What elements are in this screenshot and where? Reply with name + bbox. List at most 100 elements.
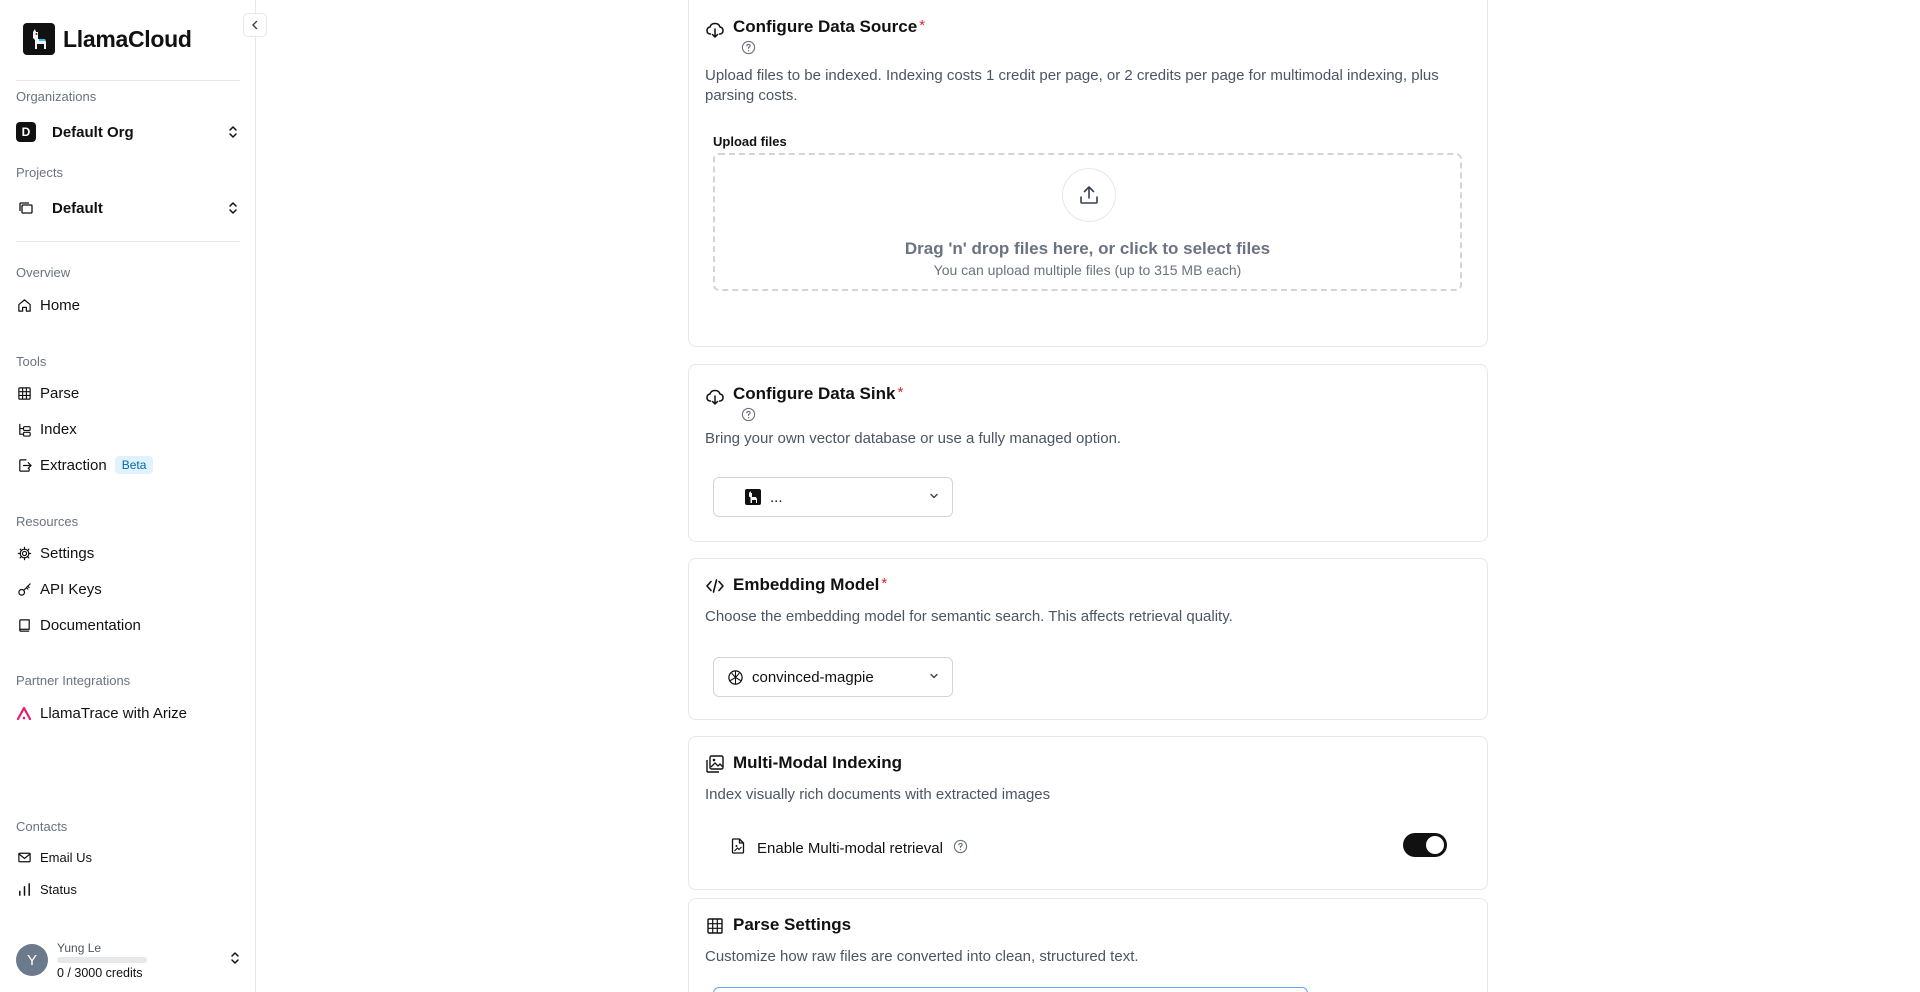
organizations-label: Organizations	[16, 89, 97, 104]
chevron-left-icon	[252, 20, 258, 30]
card-description: Bring your own vector database or use a …	[705, 430, 1122, 447]
org-selector[interactable]: D Default Org	[16, 117, 240, 147]
sidebar-item-label: Parse	[40, 384, 80, 402]
sidebar-item-label: Extraction	[40, 456, 107, 474]
credits-progress-bar	[57, 956, 147, 963]
sidebar-item-label: LlamaTrace with Arize	[40, 704, 187, 722]
embedding-model-select[interactable]: convinced-magpie	[713, 657, 953, 697]
chevrons-up-down-icon	[226, 124, 240, 140]
beta-badge: Beta	[114, 456, 154, 474]
toggle-knob	[1426, 836, 1444, 854]
card-title: Multi-Modal Indexing	[733, 753, 903, 772]
arize-icon	[16, 705, 32, 721]
tools-label: Tools	[16, 354, 47, 369]
dropzone-sub-text: You can upload multiple files (up to 315…	[933, 262, 1242, 278]
sidebar: LlamaCloud Organizations D Default Org P…	[0, 0, 256, 992]
code-icon	[705, 576, 725, 596]
sidebar-item-status[interactable]: Status	[16, 875, 240, 903]
llama-logo-icon	[23, 23, 55, 55]
tree-icon	[16, 421, 32, 437]
card-title: Embedding Model	[733, 575, 880, 594]
card-description: Upload files to be indexed. Indexing cos…	[705, 67, 1439, 104]
toggle-label: Enable Multi-modal retrieval	[757, 839, 943, 857]
data-sink-header: Configure Data Sink *	[705, 384, 903, 422]
chevron-down-icon	[928, 489, 940, 506]
parse-settings-card: Parse Settings Customize how raw files a…	[688, 898, 1488, 992]
sidebar-item-llamatrace[interactable]: LlamaTrace with Arize	[16, 699, 240, 727]
help-circle-icon[interactable]	[741, 407, 756, 422]
data-source-card: Configure Data Source * Upload files to b…	[688, 0, 1488, 347]
multimodal-card: Multi-Modal Indexing Index visually rich…	[688, 736, 1488, 890]
mail-icon	[16, 849, 32, 865]
sidebar-item-label: API Keys	[40, 580, 102, 598]
required-mark: *	[919, 17, 926, 34]
card-title: Configure Data Source	[733, 17, 918, 36]
chevrons-up-down-icon	[230, 951, 240, 969]
embedding-header: Embedding Model *	[705, 575, 887, 596]
project-selector[interactable]: Default	[16, 193, 240, 223]
parse-settings-field[interactable]	[713, 987, 1308, 992]
sidebar-item-label: Documentation	[40, 616, 141, 634]
sidebar-item-label: Status	[40, 881, 77, 897]
parse-settings-header: Parse Settings	[705, 915, 851, 936]
sidebar-item-email-us[interactable]: Email Us	[16, 843, 240, 871]
org-name: Default Org	[52, 123, 134, 141]
help-circle-icon[interactable]	[953, 839, 968, 858]
user-name: Yung Le	[57, 940, 102, 955]
multimodal-toggle[interactable]	[1403, 833, 1447, 857]
embedding-model-card: Embedding Model * Choose the embedding mo…	[688, 558, 1488, 720]
cloud-download-icon	[705, 387, 725, 407]
projects-label: Projects	[16, 165, 63, 180]
avatar: Y	[16, 944, 48, 976]
chevron-down-icon	[928, 669, 940, 686]
book-icon	[16, 617, 32, 633]
gear-icon	[16, 545, 32, 561]
grid-icon	[705, 916, 725, 936]
user-menu[interactable]: Y Yung Le 0 / 3000 credits	[16, 940, 240, 980]
help-circle-icon[interactable]	[741, 40, 756, 55]
card-description: Choose the embedding model for semantic …	[705, 608, 1233, 625]
required-mark: *	[881, 575, 888, 592]
sidebar-item-home[interactable]: Home	[16, 291, 240, 319]
upload-files-label: Upload files	[713, 134, 787, 149]
overview-label: Overview	[16, 265, 71, 280]
file-dropzone[interactable]: Drag 'n' drop files here, or click to se…	[713, 153, 1462, 291]
sidebar-item-api-keys[interactable]: API Keys	[16, 575, 240, 603]
layers-icon	[16, 198, 36, 218]
dropzone-main-text: Drag 'n' drop files here, or click to se…	[904, 239, 1271, 258]
project-name: Default	[52, 199, 103, 217]
extract-icon	[16, 457, 32, 473]
data-sink-value: ...	[770, 488, 783, 506]
sidebar-item-documentation[interactable]: Documentation	[16, 611, 240, 639]
required-mark: *	[897, 384, 904, 401]
sidebar-item-settings[interactable]: Settings	[16, 539, 240, 567]
sidebar-item-extraction[interactable]: Extraction Beta	[16, 451, 240, 479]
collapse-sidebar-button[interactable]	[243, 13, 267, 37]
cloud-download-icon	[705, 20, 725, 40]
contacts-label: Contacts	[16, 819, 68, 834]
images-icon	[705, 754, 725, 774]
chevrons-up-down-icon	[226, 200, 240, 216]
upload-icon	[1062, 168, 1116, 222]
data-sink-select[interactable]: ...	[713, 477, 953, 517]
home-icon	[16, 297, 32, 313]
card-description: Customize how raw files are converted in…	[705, 948, 1139, 965]
multimodal-toggle-row: Enable Multi-modal retrieval	[729, 837, 968, 859]
brand-name: LlamaCloud	[63, 25, 192, 52]
sidebar-item-index[interactable]: Index	[16, 415, 240, 443]
sidebar-item-label: Email Us	[40, 849, 93, 865]
key-icon	[16, 581, 32, 597]
sidebar-item-parse[interactable]: Parse	[16, 379, 240, 407]
data-source-header: Configure Data Source *	[705, 17, 925, 55]
openai-icon	[726, 668, 744, 686]
divider	[16, 241, 240, 242]
multimodal-header: Multi-Modal Indexing	[705, 753, 902, 774]
resources-label: Resources	[16, 514, 79, 529]
user-credits: 0 / 3000 credits	[57, 965, 143, 980]
sidebar-item-label: Settings	[40, 544, 95, 562]
divider	[16, 80, 240, 81]
grid-icon	[16, 385, 32, 401]
embedding-model-value: convinced-magpie	[752, 668, 874, 686]
brand[interactable]: LlamaCloud	[23, 23, 192, 55]
data-sink-card: Configure Data Sink * Bring your own vect…	[688, 364, 1488, 542]
